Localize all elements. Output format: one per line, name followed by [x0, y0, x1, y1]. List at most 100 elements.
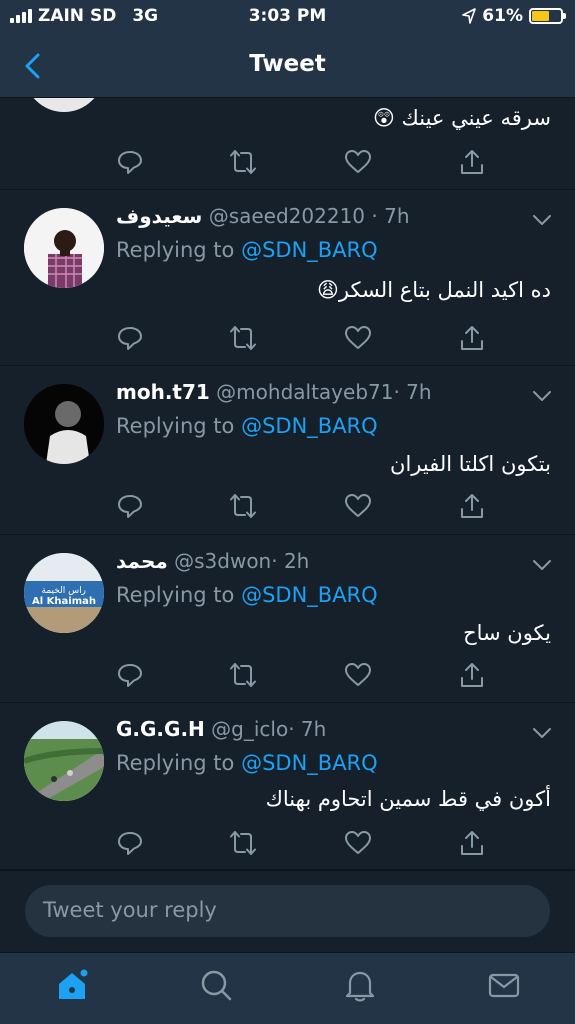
display-name[interactable]: G.G.G.H — [116, 717, 205, 741]
tweet-actions — [116, 492, 486, 522]
share-button[interactable] — [458, 661, 486, 689]
mention-link[interactable]: @SDN_BARQ — [241, 238, 378, 262]
page-title: Tweet — [249, 51, 326, 77]
share-button[interactable] — [458, 324, 486, 352]
chevron-down-icon — [533, 215, 551, 225]
mention-link[interactable]: @SDN_BARQ — [241, 414, 378, 438]
heart-icon — [345, 663, 371, 686]
tweet-menu-button[interactable] — [531, 557, 553, 571]
avatar[interactable]: راس الخيمة Al Khaimah — [24, 553, 104, 633]
replying-to-label: Replying to — [116, 414, 242, 438]
chevron-down-icon — [533, 728, 551, 738]
tweet-text: بتكون اكلتا الفيران — [390, 452, 551, 476]
retweet-button[interactable] — [229, 661, 257, 689]
avatar-sign-text-en: Al Khaimah — [32, 596, 96, 607]
share-button[interactable] — [458, 492, 486, 520]
tweet-item[interactable]: سعيدوف @saeed202210 · 7h Replying to @SD… — [0, 190, 575, 366]
replying-to: Replying to @SDN_BARQ — [116, 238, 378, 262]
reply-button[interactable] — [116, 148, 144, 176]
like-button[interactable] — [344, 829, 372, 857]
search-icon — [201, 970, 232, 1001]
tweet-item[interactable]: G.G.G.H @g_iclo· 7h Replying to @SDN_BAR… — [0, 703, 575, 870]
tweet-menu-button[interactable] — [531, 725, 553, 739]
tweet-actions — [116, 661, 486, 691]
retweet-button[interactable] — [229, 829, 257, 857]
tweet-time: · 2h — [271, 549, 310, 573]
tab-messages[interactable] — [486, 967, 522, 1003]
reply-icon — [118, 495, 142, 518]
mention-link[interactable]: @SDN_BARQ — [241, 583, 378, 607]
retweet-icon — [230, 326, 256, 350]
retweet-button[interactable] — [229, 148, 257, 176]
bell-icon — [345, 971, 375, 1002]
tweet-menu-button[interactable] — [531, 212, 553, 226]
display-name[interactable]: محمد — [116, 549, 168, 573]
like-button[interactable] — [344, 324, 372, 352]
like-button[interactable] — [344, 148, 372, 176]
mail-icon — [488, 973, 520, 998]
heart-icon — [345, 494, 371, 517]
battery-icon — [529, 8, 566, 24]
tweet-time: · 7h — [371, 204, 410, 228]
heart-icon — [345, 831, 371, 854]
display-name[interactable]: سعيدوف — [116, 204, 202, 228]
reply-button[interactable] — [116, 324, 144, 352]
user-handle[interactable]: @g_iclo — [211, 717, 288, 741]
tweet-item[interactable]: راس الخيمة Al Khaimah محمد @s3dwon· 2h R… — [0, 535, 575, 703]
avatar[interactable] — [24, 721, 104, 801]
reply-button[interactable] — [116, 661, 144, 689]
status-bar: ZAIN SD 3G 3:03 PM 61% — [0, 0, 575, 34]
tab-home[interactable] — [54, 967, 90, 1003]
user-handle[interactable]: @s3dwon — [174, 549, 271, 573]
battery-percent: 61% — [482, 6, 523, 26]
tweet-header: سعيدوف @saeed202210 · 7h — [116, 204, 515, 228]
tab-search[interactable] — [198, 967, 234, 1003]
display-name[interactable]: moh.t71 — [116, 380, 210, 404]
replying-to: Replying to @SDN_BARQ — [116, 414, 378, 438]
nav-bar: Tweet — [0, 34, 575, 98]
like-button[interactable] — [344, 492, 372, 520]
reply-button[interactable] — [116, 492, 144, 520]
tweet-item[interactable]: سرقه عيني عينك 😲 — [0, 98, 575, 190]
share-button[interactable] — [458, 829, 486, 857]
user-handle[interactable]: @saeed202210 — [209, 204, 365, 228]
reply-composer: Tweet your reply — [0, 870, 575, 952]
avatar-sign-text-ar: راس الخيمة — [42, 586, 87, 596]
retweet-button[interactable] — [229, 492, 257, 520]
location-arrow-icon — [462, 8, 477, 24]
heart-icon — [345, 150, 371, 173]
reply-icon — [118, 832, 142, 855]
share-icon — [461, 326, 483, 350]
tab-bar — [0, 952, 575, 1024]
mention-link[interactable]: @SDN_BARQ — [241, 751, 378, 775]
user-handle[interactable]: @mohdaltayeb71 — [216, 380, 393, 404]
tweet-item[interactable]: moh.t71 @mohdaltayeb71· 7h Replying to @… — [0, 366, 575, 535]
retweet-icon — [230, 663, 256, 687]
avatar[interactable] — [24, 208, 104, 288]
reply-button[interactable] — [116, 829, 144, 857]
tweet-text: ده اكيد النمل بتاع السكر😩 — [316, 278, 551, 302]
replies-feed[interactable]: سرقه عيني عينك 😲 سعيدوف @saeed202210 · 7… — [0, 98, 575, 870]
like-button[interactable] — [344, 661, 372, 689]
tweet-header: G.G.G.H @g_iclo· 7h — [116, 717, 515, 741]
share-icon — [461, 150, 483, 174]
avatar[interactable] — [24, 98, 104, 112]
tweet-menu-button[interactable] — [531, 388, 553, 402]
replying-to-label: Replying to — [116, 583, 242, 607]
avatar[interactable] — [24, 384, 104, 464]
share-button[interactable] — [458, 148, 486, 176]
replying-to: Replying to @SDN_BARQ — [116, 583, 378, 607]
tweet-text: أكون في قط سمين اتحاوم بهناك — [265, 787, 551, 811]
avatar-photo — [24, 208, 104, 288]
tweet-time: · 7h — [393, 380, 432, 404]
share-icon — [461, 494, 483, 518]
reply-input[interactable]: Tweet your reply — [25, 885, 550, 937]
tab-notifications[interactable] — [342, 967, 378, 1003]
reply-icon — [118, 664, 142, 687]
heart-icon — [345, 326, 371, 349]
retweet-icon — [230, 150, 256, 174]
tweet-actions — [116, 324, 486, 354]
avatar-photo: راس الخيمة Al Khaimah — [24, 553, 104, 633]
retweet-button[interactable] — [229, 324, 257, 352]
tweet-header: moh.t71 @mohdaltayeb71· 7h — [116, 380, 515, 404]
